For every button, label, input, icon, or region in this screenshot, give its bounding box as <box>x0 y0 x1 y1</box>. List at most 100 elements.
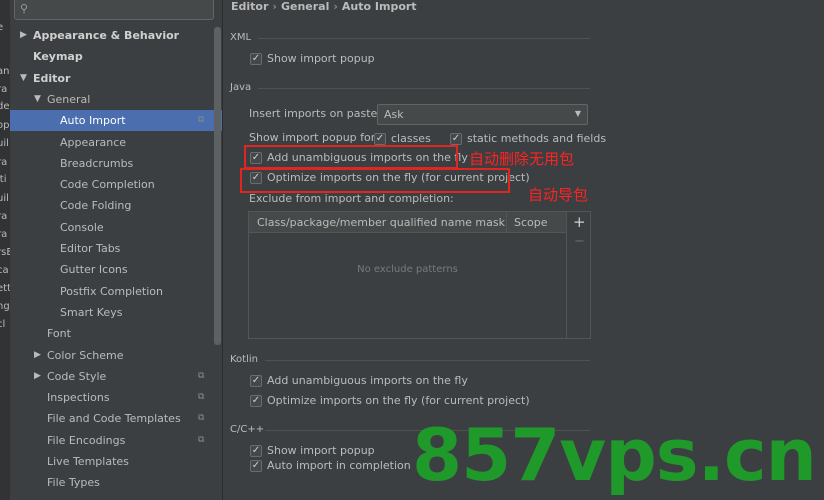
table-empty-text: No exclude patterns <box>357 264 458 275</box>
tree-item[interactable]: File Types <box>10 472 222 493</box>
checkbox-checked[interactable]: ✓ <box>250 445 262 457</box>
tree-item-label: Font <box>47 327 71 341</box>
clipped-text: ra <box>0 84 8 95</box>
checkbox-label: Auto import in completion <box>267 459 411 472</box>
annotation-remove-unused: 自动删除无用包 <box>469 150 575 168</box>
tree-item-label: Console <box>60 220 104 234</box>
tree-item[interactable]: Postfix Completion <box>10 281 222 302</box>
chevron-down-icon[interactable]: ▼ <box>20 68 27 89</box>
checkbox-label: Show import popup <box>267 444 375 457</box>
breadcrumb-editor[interactable]: Editor <box>231 0 268 13</box>
tree-item[interactable]: ▶ Color Scheme <box>10 345 222 366</box>
tree-item-label: Postfix Completion <box>60 284 163 298</box>
clipped-text: iti <box>0 174 7 185</box>
clipped-text: e <box>0 22 4 33</box>
remove-icon[interactable]: − <box>574 234 585 249</box>
tree-item[interactable]: Inspections ⧉ <box>10 387 222 408</box>
tree-item-label: General <box>47 92 91 106</box>
tree-item-label: File Encodings <box>47 433 126 447</box>
tree-item[interactable]: Font <box>10 323 222 344</box>
chevron-right-icon[interactable]: ▶ <box>20 25 27 46</box>
chevron-down-icon: ▼ <box>574 109 581 118</box>
clipped-text: ra <box>0 157 8 168</box>
checkbox-checked[interactable]: ✓ <box>250 375 262 387</box>
tree-item-label: File Types <box>47 476 100 490</box>
tree-item-label: Code Folding <box>60 199 132 213</box>
table-toolbar: + − <box>567 211 591 339</box>
checkbox-label: Optimize imports on the fly (for current… <box>267 394 530 407</box>
table-header: Class/package/member qualified name mask… <box>249 212 566 233</box>
project-scope-icon: ⧉ <box>198 370 205 381</box>
breadcrumb-general[interactable]: General <box>281 0 329 13</box>
section-title-kotlin: Kotlin <box>230 354 258 365</box>
column-separator <box>506 212 507 233</box>
tree-item-label: Keymap <box>33 50 83 64</box>
clipped-text: op <box>0 120 10 131</box>
tree-item-label: Smart Keys <box>60 305 123 319</box>
settings-search-input[interactable]: ⚲ <box>14 0 214 20</box>
checkbox-checked[interactable]: ✓ <box>250 53 262 65</box>
column-header-mask[interactable]: Class/package/member qualified name mask <box>257 216 505 229</box>
tree-item[interactable]: Console <box>10 217 222 238</box>
chevron-right-icon[interactable]: ▶ <box>34 345 41 366</box>
tree-item[interactable]: Code Folding <box>10 195 222 216</box>
tree-item[interactable]: Auto Import ⧉ <box>10 110 222 132</box>
tree-item[interactable]: ▶ Appearance & Behavior <box>10 25 222 46</box>
project-scope-icon: ⧉ <box>198 413 205 424</box>
tree-item[interactable]: File and Code Templates ⧉ <box>10 408 222 429</box>
tree-item[interactable]: Live Templates <box>10 451 222 472</box>
breadcrumb-auto-import: Auto Import <box>341 0 417 13</box>
clipped-text: ra <box>0 229 8 240</box>
tree-item-label: Auto Import <box>60 114 126 128</box>
tree-item[interactable]: File Encodings ⧉ <box>10 430 222 451</box>
checkbox-label: static methods and fields <box>467 132 607 145</box>
tree-item-label: Code Completion <box>60 178 155 192</box>
tree-item[interactable]: Gutter Icons <box>10 259 222 280</box>
tree-item-label: Code Style <box>47 369 107 383</box>
tree-item-label: Live Templates <box>47 455 129 468</box>
tree-item[interactable]: Breadcrumbs <box>10 153 222 174</box>
tree-item-label: Color Scheme <box>47 348 124 362</box>
tree-item[interactable]: ▶ Code Style ⧉ <box>10 366 222 387</box>
tree-item[interactable]: Code Completion <box>10 174 222 195</box>
search-icon: ⚲ <box>20 2 29 15</box>
tree-item[interactable]: Smart Keys <box>10 302 222 323</box>
checkbox-checked[interactable]: ✓ <box>250 460 262 472</box>
project-scope-icon: ⧉ <box>198 434 205 445</box>
project-scope-icon: ⧉ <box>198 392 205 403</box>
chevron-right-icon[interactable]: ▶ <box>34 366 41 387</box>
section-title-cpp: C/C++ <box>230 424 265 435</box>
project-scope-icon: ⧉ <box>198 115 205 126</box>
insert-imports-select[interactable]: Ask ▼ <box>377 104 588 125</box>
checkbox-label: Show import popup <box>267 52 375 65</box>
clipped-text: uil <box>0 193 9 204</box>
tree-item[interactable]: Keymap <box>10 46 222 67</box>
clipped-text: de <box>0 101 10 112</box>
highlight-box-add-unambiguous <box>244 145 458 169</box>
clipped-text: an <box>0 66 10 77</box>
clipped-text: uil <box>0 138 9 149</box>
tree-item[interactable]: ▼ General <box>10 89 222 110</box>
clipped-text: ng <box>0 301 10 312</box>
checkbox-checked[interactable]: ✓ <box>250 395 262 407</box>
exclude-patterns-table[interactable]: Class/package/member qualified name mask… <box>248 211 567 339</box>
add-icon[interactable]: + <box>573 213 586 231</box>
settings-tree: ⚲ ▶ Appearance & Behavior Keymap ▼ Editor ▼ Ge… <box>10 0 222 500</box>
clipped-text: ra <box>0 211 8 222</box>
chevron-down-icon[interactable]: ▼ <box>34 89 41 110</box>
checkbox-checked[interactable]: ✓ <box>374 133 386 145</box>
sidebar-scrollbar[interactable] <box>214 27 221 345</box>
tree-item[interactable]: Appearance <box>10 132 222 153</box>
tree-item-label: Gutter Icons <box>60 263 128 277</box>
watermark-text: 857vps.cn <box>412 413 817 497</box>
checkbox-checked[interactable]: ✓ <box>450 133 462 145</box>
tree-item[interactable]: ▼ Editor <box>10 68 222 89</box>
tree-item-label: Editor Tabs <box>60 242 121 255</box>
column-header-scope[interactable]: Scope <box>514 216 548 229</box>
annotation-auto-import: 自动导包 <box>528 186 589 204</box>
section-divider <box>265 360 590 361</box>
tree-item[interactable]: Editor Tabs <box>10 238 222 259</box>
section-title-xml: XML <box>230 32 252 43</box>
popup-for-label: Show import popup for: <box>249 131 379 144</box>
tree-item-label: Breadcrumbs <box>60 156 134 170</box>
